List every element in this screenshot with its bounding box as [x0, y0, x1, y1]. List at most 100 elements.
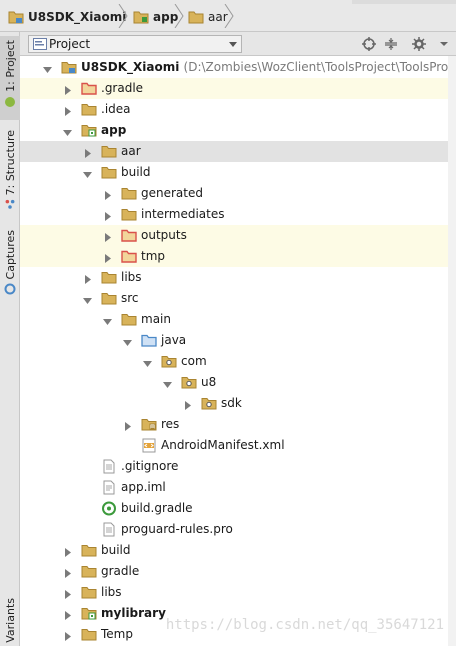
project-folder-icon — [61, 60, 77, 75]
tree-row-gradle[interactable]: gradle — [20, 561, 456, 582]
side-tab-structure[interactable]: 7: Structure — [0, 126, 20, 210]
package-icon — [161, 354, 177, 369]
chevron-right-icon[interactable] — [103, 252, 112, 263]
tree-label-text: build.gradle — [121, 501, 193, 515]
vertical-scrollbar[interactable] — [448, 56, 456, 646]
tree-row-u8[interactable]: u8 — [20, 372, 456, 393]
chevron-down-icon[interactable] — [440, 37, 448, 51]
source-folder-icon — [141, 333, 157, 348]
breadcrumb-separator — [224, 4, 234, 28]
xml-file-icon — [141, 438, 157, 453]
tree-label: res — [161, 416, 179, 433]
breadcrumb-label: U8SDK_Xiaomi — [28, 10, 127, 24]
view-selector-dropdown[interactable]: Project — [28, 35, 242, 53]
chevron-down-icon[interactable] — [63, 126, 72, 136]
chevron-down-icon[interactable] — [143, 357, 152, 367]
tree-row-idea[interactable]: .idea — [20, 99, 456, 120]
camera-icon — [4, 283, 16, 295]
chevron-down-icon — [229, 42, 237, 47]
chevron-down-icon[interactable] — [83, 294, 92, 304]
tree-label-text: Temp — [101, 627, 133, 641]
chevron-right-icon[interactable] — [63, 630, 72, 641]
tree-row-build[interactable]: build — [20, 162, 456, 183]
tree-row-intermediates[interactable]: intermediates — [20, 204, 456, 225]
tree-row-gradle[interactable]: .gradle — [20, 78, 456, 99]
breadcrumb-item-aar[interactable]: aar — [188, 7, 228, 27]
chevron-right-icon[interactable] — [83, 273, 92, 284]
tree-row-src[interactable]: src — [20, 288, 456, 309]
chevron-right-icon[interactable] — [183, 399, 192, 410]
tree-label-text: build — [101, 543, 131, 557]
tree-row-app-iml[interactable]: app.iml — [20, 477, 456, 498]
tree-label-text: gradle — [101, 564, 140, 578]
tree-label-text: app.iml — [121, 480, 166, 494]
folder-red-icon — [121, 228, 137, 243]
chevron-right-icon[interactable] — [63, 588, 72, 599]
tree-row-aar[interactable]: aar — [20, 141, 456, 162]
tree-label-text: .gradle — [101, 81, 144, 95]
chevron-right-icon[interactable] — [63, 84, 72, 95]
tree-row-libs[interactable]: libs — [20, 582, 456, 603]
side-tab-captures[interactable]: Captures — [0, 226, 20, 296]
tree-row-java[interactable]: java — [20, 330, 456, 351]
tree-label-text: u8 — [201, 375, 217, 389]
tree-label-text: intermediates — [141, 207, 225, 221]
chevron-right-icon[interactable] — [63, 546, 72, 557]
module-folder-icon — [81, 606, 97, 621]
tree-row-u8sdk-xiaomi[interactable]: U8SDK_Xiaomi (D:\Zombies\WozClient\Tools… — [20, 57, 456, 78]
tree-label-text: AndroidManifest.xml — [161, 438, 285, 452]
breadcrumb-item-project[interactable]: U8SDK_Xiaomi — [8, 7, 126, 27]
folder-icon — [101, 291, 117, 306]
chevron-down-icon[interactable] — [163, 378, 172, 388]
tree-label: proguard-rules.pro — [121, 521, 233, 538]
tree-row-libs[interactable]: libs — [20, 267, 456, 288]
tree-row-proguard-rules-pro[interactable]: proguard-rules.pro — [20, 519, 456, 540]
collapse-all-icon[interactable] — [384, 37, 398, 51]
breadcrumb-item-app[interactable]: app — [133, 7, 178, 27]
tree-label-text: sdk — [221, 396, 242, 410]
tree-row-com[interactable]: com — [20, 351, 456, 372]
tree-row-androidmanifest-xml[interactable]: AndroidManifest.xml — [20, 435, 456, 456]
tree-label: mylibrary — [101, 605, 166, 622]
project-view-icon — [33, 38, 47, 50]
tree-row-gitignore[interactable]: .gitignore — [20, 456, 456, 477]
chevron-right-icon[interactable] — [103, 189, 112, 200]
chevron-right-icon[interactable] — [103, 210, 112, 221]
android-icon — [5, 96, 15, 107]
chevron-right-icon[interactable] — [63, 105, 72, 116]
tree-row-sdk[interactable]: sdk — [20, 393, 456, 414]
tree-row-app[interactable]: app — [20, 120, 456, 141]
tree-row-res[interactable]: res — [20, 414, 456, 435]
chevron-right-icon[interactable] — [123, 420, 132, 431]
chevron-down-icon[interactable] — [103, 315, 112, 325]
tree-row-build[interactable]: build — [20, 540, 456, 561]
folder-icon — [121, 207, 137, 222]
tree-label: libs — [101, 584, 122, 601]
breadcrumb-separator — [118, 4, 128, 28]
project-tree: U8SDK_Xiaomi (D:\Zombies\WozClient\Tools… — [20, 56, 456, 646]
tree-row-generated[interactable]: generated — [20, 183, 456, 204]
gear-icon[interactable] — [412, 37, 426, 51]
tree-row-outputs[interactable]: outputs — [20, 225, 456, 246]
tree-row-main[interactable]: main — [20, 309, 456, 330]
chevron-right-icon[interactable] — [63, 567, 72, 578]
chevron-right-icon[interactable] — [103, 231, 112, 242]
tree-label: u8 — [201, 374, 216, 391]
chevron-right-icon[interactable] — [83, 147, 92, 158]
side-tab-variants[interactable]: Variants — [0, 594, 20, 646]
side-tab-project[interactable]: 1: Project — [0, 36, 20, 120]
folder-icon — [81, 102, 97, 117]
breadcrumb-separator — [174, 4, 184, 28]
chevron-right-icon[interactable] — [63, 609, 72, 620]
chevron-down-icon[interactable] — [123, 336, 132, 346]
text-file-icon — [101, 522, 117, 537]
target-icon[interactable] — [362, 37, 376, 51]
folder-red-icon — [121, 249, 137, 264]
chevron-down-icon[interactable] — [43, 63, 52, 73]
tree-row-build-gradle[interactable]: build.gradle — [20, 498, 456, 519]
tree-label: outputs — [141, 227, 187, 244]
tool-window-header: Project — [20, 32, 456, 56]
chevron-down-icon[interactable] — [83, 168, 92, 178]
side-tab-label: Captures — [3, 230, 17, 280]
tree-row-tmp[interactable]: tmp — [20, 246, 456, 267]
